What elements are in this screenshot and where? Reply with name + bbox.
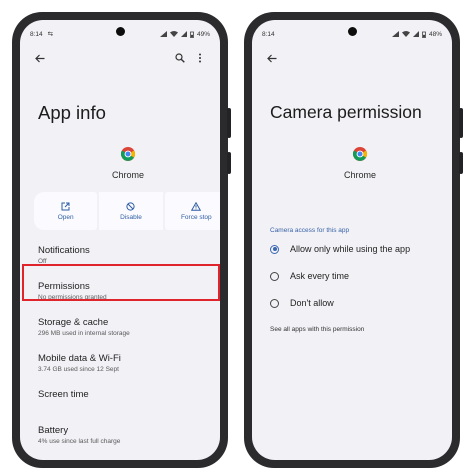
screen-time-item[interactable]: Screen time bbox=[38, 389, 212, 400]
volte-icon bbox=[391, 31, 399, 37]
more-options-button[interactable] bbox=[192, 50, 208, 66]
camera-access-section-label: Camera access for this app bbox=[270, 227, 350, 234]
radio-unselected-icon[interactable] bbox=[270, 271, 279, 281]
page-title: App info bbox=[38, 102, 106, 123]
option-label: Don't allow bbox=[290, 298, 334, 308]
power-button bbox=[227, 152, 231, 174]
disable-label: Disable bbox=[120, 213, 142, 221]
option-dont-allow[interactable]: Don't allow bbox=[270, 298, 334, 308]
back-button[interactable] bbox=[32, 50, 48, 66]
mobile-data-item[interactable]: Mobile data & Wi-Fi 3.74 GB used since 1… bbox=[38, 353, 212, 373]
signal-icon bbox=[180, 31, 187, 37]
mobile-data-summary: 3.74 GB used since 12 Sept bbox=[38, 366, 119, 373]
volume-button bbox=[227, 108, 231, 138]
option-label: Ask every time bbox=[290, 271, 350, 281]
volume-button bbox=[459, 108, 463, 138]
radio-unselected-icon[interactable] bbox=[270, 298, 279, 308]
storage-cache-title: Storage & cache bbox=[38, 317, 109, 328]
app-info-screen: 8:14 ⇆ 49% App info Chrome Open Disable … bbox=[20, 20, 220, 460]
battery-icon bbox=[190, 31, 194, 38]
battery-icon bbox=[422, 31, 426, 38]
option-label: Allow only while using the app bbox=[290, 244, 411, 254]
storage-cache-summary: 296 MB used in internal storage bbox=[38, 330, 130, 337]
left-phone: 8:14 ⇆ 49% App info Chrome Open Disable … bbox=[12, 12, 231, 468]
notifications-title: Notifications bbox=[38, 245, 90, 256]
open-external-icon bbox=[61, 202, 70, 210]
app-actions: Open Disable Force stop bbox=[34, 192, 220, 230]
power-button bbox=[459, 152, 463, 174]
status-bar: 8:14 48% bbox=[262, 29, 442, 39]
force-stop-label: Force stop bbox=[180, 213, 212, 221]
chrome-logo-icon bbox=[121, 147, 135, 161]
back-arrow-icon bbox=[35, 54, 45, 62]
status-time: 8:14 bbox=[262, 30, 275, 38]
battery-summary: 4% use since last full charge bbox=[38, 438, 121, 445]
battery-item[interactable]: Battery 4% use since last full charge bbox=[38, 425, 212, 445]
top-app-bar bbox=[264, 50, 440, 66]
back-button[interactable] bbox=[264, 50, 280, 66]
wifi-icon bbox=[401, 31, 410, 37]
top-app-bar bbox=[32, 50, 208, 66]
open-label: Open bbox=[57, 213, 74, 221]
more-vert-icon bbox=[199, 53, 201, 63]
force-stop-button[interactable]: Force stop bbox=[164, 192, 220, 230]
back-arrow-icon bbox=[267, 54, 277, 62]
disable-button[interactable]: Disable bbox=[99, 192, 163, 230]
app-name: Chrome bbox=[343, 170, 376, 180]
permissions-highlight-box bbox=[22, 264, 220, 301]
storage-cache-item[interactable]: Storage & cache 296 MB used in internal … bbox=[38, 317, 212, 337]
option-ask-every-time[interactable]: Ask every time bbox=[270, 271, 349, 281]
disable-icon bbox=[126, 201, 136, 211]
signal-icon bbox=[412, 31, 419, 37]
page-title: Camera permission bbox=[270, 102, 422, 122]
chrome-logo-icon bbox=[353, 147, 367, 161]
status-time: 8:14 bbox=[30, 30, 43, 38]
search-button[interactable] bbox=[172, 50, 188, 66]
search-icon bbox=[175, 53, 185, 63]
battery-percent: 49% bbox=[196, 30, 210, 38]
right-phone: 8:14 48% Camera permission Chrome Camera… bbox=[244, 12, 463, 468]
see-all-apps-link[interactable]: See all apps with this permission bbox=[270, 326, 364, 333]
status-bar: 8:14 ⇆ 49% bbox=[30, 29, 210, 39]
notifications-item[interactable]: Notifications Off bbox=[38, 245, 212, 265]
volte-icon bbox=[159, 31, 167, 37]
radio-selected-icon[interactable] bbox=[270, 244, 279, 254]
data-transfer-icon: ⇆ bbox=[47, 31, 54, 38]
battery-percent: 48% bbox=[428, 30, 442, 38]
open-button[interactable]: Open bbox=[34, 192, 98, 230]
screen-time-title: Screen time bbox=[38, 389, 89, 400]
mobile-data-title: Mobile data & Wi-Fi bbox=[38, 353, 121, 364]
option-allow-while-using[interactable]: Allow only while using the app bbox=[270, 244, 410, 254]
warning-icon bbox=[191, 201, 202, 211]
app-name: Chrome bbox=[111, 170, 144, 180]
camera-permission-screen: 8:14 48% Camera permission Chrome Camera… bbox=[252, 20, 452, 460]
battery-title: Battery bbox=[38, 425, 69, 436]
wifi-icon bbox=[169, 31, 178, 37]
